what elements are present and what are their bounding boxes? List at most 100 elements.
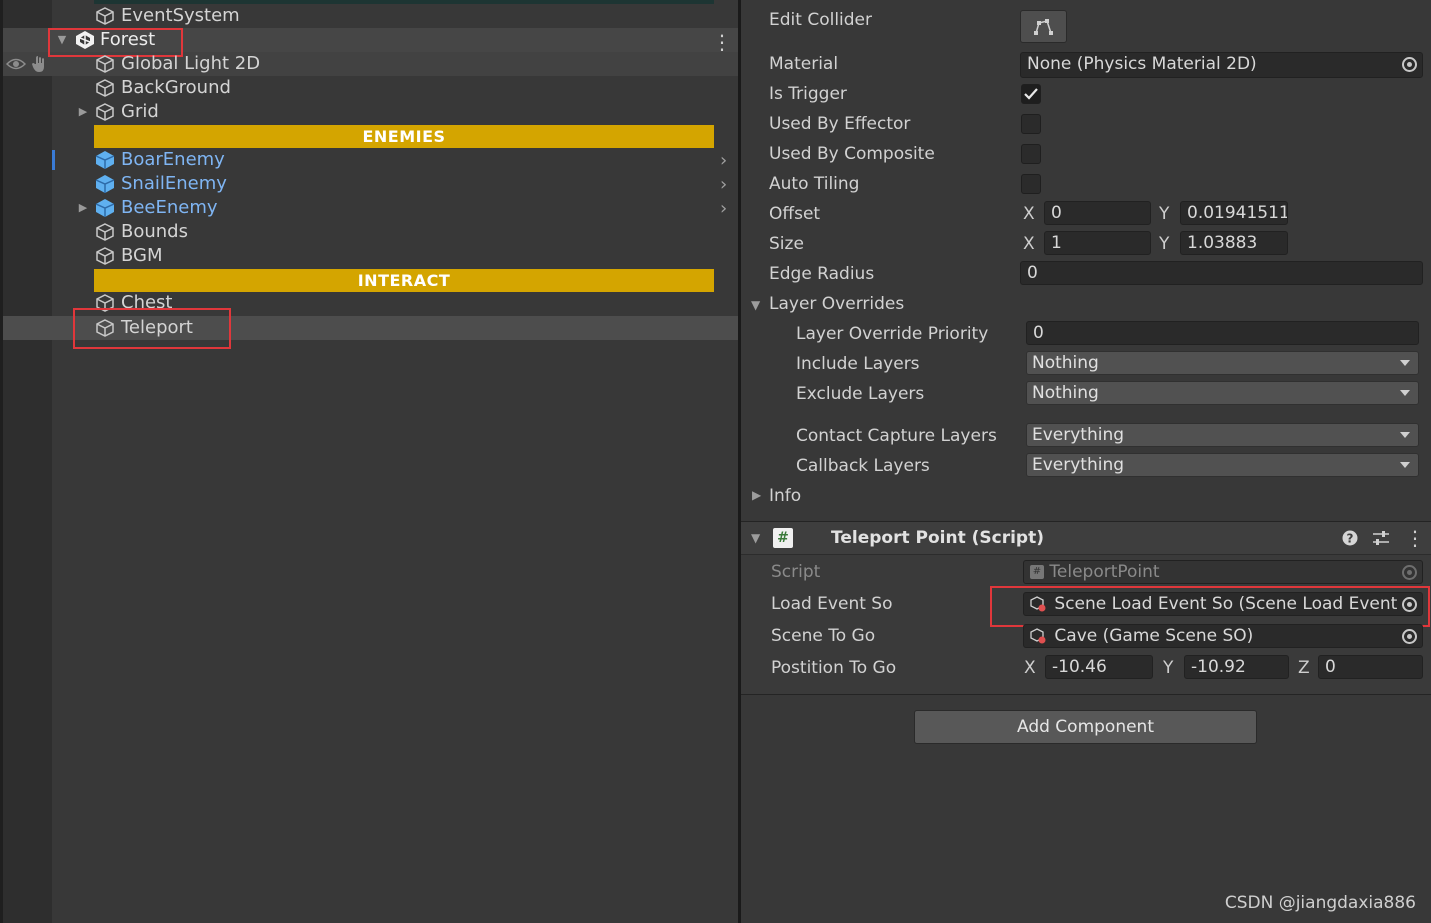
axis-y-label: Y: [1159, 204, 1170, 224]
object-picker-icon: [1402, 565, 1417, 580]
gameobject-cube-icon: [96, 79, 114, 97]
hierarchy-item-grid[interactable]: ▶ Grid: [76, 100, 159, 124]
hierarchy-item-label: SnailEnemy: [121, 173, 227, 194]
help-icon[interactable]: ?: [1342, 530, 1358, 546]
prefab-open-chevron-icon[interactable]: ›: [720, 198, 727, 219]
prefab-open-chevron-icon[interactable]: ›: [720, 150, 727, 171]
axis-y-label: Y: [1159, 234, 1170, 254]
pickable-hand-icon[interactable]: [31, 55, 49, 73]
callback-layers-dropdown[interactable]: Everything: [1026, 453, 1419, 477]
hierarchy-gutter: [0, 0, 52, 923]
foldout-open-icon[interactable]: ▼: [751, 531, 760, 545]
fold-closed-icon[interactable]: ▶: [76, 196, 90, 220]
auto-tiling-label: Auto Tiling: [769, 174, 860, 194]
prefab-cube-icon: [95, 151, 115, 169]
object-picker-icon[interactable]: [1402, 629, 1417, 644]
offset-x-field[interactable]: 0: [1044, 201, 1151, 225]
hierarchy-item-bounds[interactable]: Bounds: [95, 220, 188, 244]
component-title: Teleport Point (Script): [831, 528, 1044, 548]
layer-overrides-foldout[interactable]: Layer Overrides: [769, 294, 904, 314]
axis-x-label: X: [1023, 204, 1035, 224]
gameobject-cube-icon: [96, 7, 114, 25]
gameobject-cube-icon: [96, 103, 114, 121]
axis-z-label: Z: [1298, 658, 1310, 678]
used-by-composite-label: Used By Composite: [769, 144, 935, 164]
hierarchy-item-global-light-2d[interactable]: Global Light 2D: [95, 52, 260, 76]
foldout-open-icon[interactable]: ▼: [751, 298, 760, 312]
size-x-field[interactable]: 1: [1044, 231, 1151, 255]
position-to-go-label: Postition To Go: [771, 658, 897, 678]
visibility-eye-icon[interactable]: [6, 57, 26, 71]
position-x-field[interactable]: -10.46: [1045, 655, 1153, 679]
hierarchy-item-bgm[interactable]: BGM: [95, 244, 163, 268]
exclude-layers-dropdown[interactable]: Nothing: [1026, 381, 1419, 405]
gameobject-cube-icon: [96, 55, 114, 73]
used-by-effector-checkbox[interactable]: [1021, 114, 1041, 134]
info-foldout[interactable]: Info: [769, 486, 801, 506]
hierarchy-item-background[interactable]: BackGround: [95, 76, 231, 100]
script-label: Script: [771, 562, 821, 582]
dropdown-arrow-icon: [1400, 432, 1410, 438]
contact-capture-layers-dropdown[interactable]: Everything: [1026, 423, 1419, 447]
exclude-layers-label: Exclude Layers: [796, 384, 925, 404]
presets-icon[interactable]: [1372, 530, 1390, 546]
edit-collider-button[interactable]: [1020, 10, 1067, 43]
offset-y-field[interactable]: 0.01941511: [1180, 201, 1288, 225]
dropdown-arrow-icon: [1400, 390, 1410, 396]
position-z-field[interactable]: 0: [1318, 655, 1423, 679]
size-y-field[interactable]: 1.03883: [1180, 231, 1288, 255]
highlight-box-load-event: [990, 586, 1430, 627]
hierarchy-item-snailenemy[interactable]: SnailEnemy: [95, 172, 227, 196]
callback-layers-label: Callback Layers: [796, 456, 930, 476]
hierarchy-item-label: EventSystem: [121, 5, 240, 26]
foldout-closed-icon[interactable]: ▶: [752, 488, 761, 502]
layer-override-priority-field[interactable]: 0: [1026, 321, 1419, 345]
axis-x-label: X: [1024, 658, 1036, 678]
prefab-open-chevron-icon[interactable]: ›: [720, 174, 727, 195]
hierarchy-item-label: BackGround: [121, 77, 231, 98]
add-component-button[interactable]: Add Component: [914, 710, 1257, 744]
watermark-text: CSDN @jiangdaxia886: [1224, 893, 1416, 913]
script-file-icon: #: [1030, 565, 1044, 579]
material-label: Material: [769, 54, 839, 74]
teleport-point-component-header[interactable]: ▼ # Teleport Point (Script) ? ⋮: [741, 521, 1431, 555]
prefab-cube-icon: [95, 175, 115, 193]
highlight-box-teleport: [73, 308, 231, 349]
hierarchy-panel: EventSystem ▼ Forest ⋮ Global Light 2D B…: [0, 0, 738, 923]
position-y-field[interactable]: -10.92: [1184, 655, 1289, 679]
scene-to-go-label: Scene To Go: [771, 626, 876, 646]
edge-radius-field[interactable]: 0: [1020, 261, 1423, 285]
exclude-layers-value: Nothing: [1032, 383, 1099, 403]
gameobject-cube-icon: [96, 247, 114, 265]
component-menu-icon[interactable]: ⋮: [1405, 526, 1425, 550]
used-by-effector-label: Used By Effector: [769, 114, 911, 134]
contact-capture-value: Everything: [1032, 425, 1125, 445]
hierarchy-item-eventsystem[interactable]: EventSystem: [95, 4, 240, 28]
include-layers-dropdown[interactable]: Nothing: [1026, 351, 1419, 375]
dropdown-arrow-icon: [1400, 462, 1410, 468]
hierarchy-item-label: BeeEnemy: [121, 197, 218, 218]
separator-enemies[interactable]: ENEMIES: [94, 125, 714, 148]
scene-to-go-value: Cave (Game Scene SO): [1054, 626, 1254, 646]
svg-text:?: ?: [1347, 532, 1354, 546]
is-trigger-checkbox[interactable]: [1021, 84, 1041, 104]
hierarchy-item-label: Bounds: [121, 221, 188, 242]
kebab-menu-icon[interactable]: ⋮: [712, 30, 732, 54]
include-layers-value: Nothing: [1032, 353, 1099, 373]
hierarchy-item-boarenemy[interactable]: BoarEnemy: [95, 148, 225, 172]
layer-override-priority-label: Layer Override Priority: [796, 324, 989, 344]
separator-interact[interactable]: INTERACT: [94, 269, 714, 292]
change-marker: [52, 150, 55, 170]
auto-tiling-checkbox[interactable]: [1021, 174, 1041, 194]
material-field[interactable]: None (Physics Material 2D): [1020, 52, 1423, 78]
gutter-edge: [0, 0, 3, 923]
edit-collider-icon: [1034, 19, 1053, 35]
hierarchy-item-label: BoarEnemy: [121, 149, 225, 170]
object-picker-icon[interactable]: [1402, 57, 1417, 72]
fold-closed-icon[interactable]: ▶: [76, 100, 90, 124]
contact-capture-layers-label: Contact Capture Layers: [796, 426, 997, 446]
hierarchy-item-beeenemy[interactable]: ▶ BeeEnemy: [76, 196, 218, 220]
edit-collider-label: Edit Collider: [769, 10, 873, 30]
scene-to-go-field[interactable]: Cave (Game Scene SO): [1023, 624, 1423, 648]
used-by-composite-checkbox[interactable]: [1021, 144, 1041, 164]
